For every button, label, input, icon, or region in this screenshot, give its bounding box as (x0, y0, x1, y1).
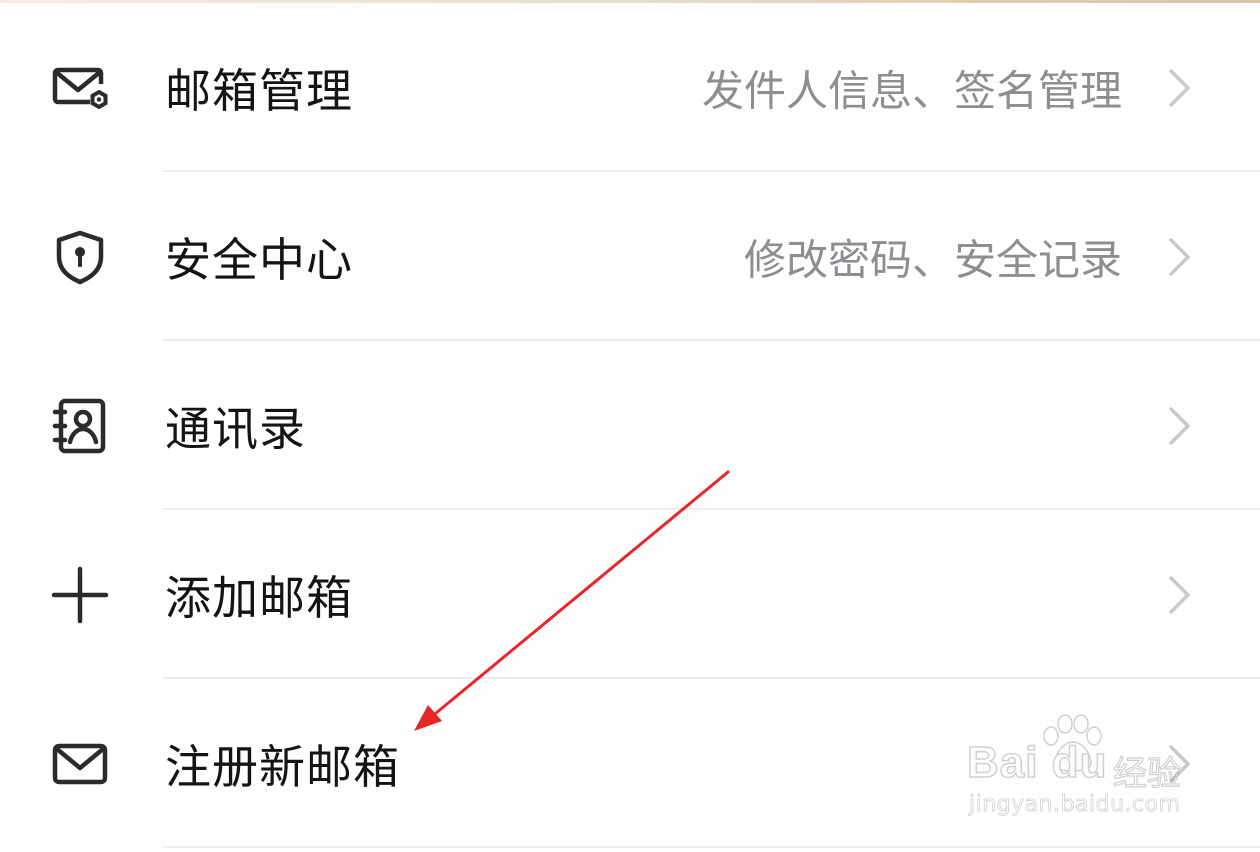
contacts-row[interactable]: 通讯录 (0, 341, 1260, 510)
watermark-brand: Bai du (966, 737, 1108, 788)
shield-lock-icon (50, 227, 110, 287)
chevron-right-icon (1164, 404, 1194, 448)
chevron-right-icon (1164, 66, 1194, 110)
security-center-label: 安全中心 (165, 232, 353, 287)
add-mailbox-label: 添加邮箱 (165, 570, 353, 625)
baidu-jingyan-watermark: Bai du 经验 jingyan.baidu.com (965, 714, 1205, 830)
mailbox-management-label: 邮箱管理 (165, 63, 353, 118)
mailbox-management-row[interactable]: 邮箱管理 发件人信息、签名管理 (0, 3, 1260, 172)
contacts-book-icon (50, 396, 110, 456)
add-mailbox-row[interactable]: 添加邮箱 (0, 510, 1260, 679)
security-center-row[interactable]: 安全中心 修改密码、安全记录 (0, 172, 1260, 341)
mail-icon (50, 734, 110, 794)
watermark-brand-cn: 经验 (1112, 753, 1181, 794)
contacts-label: 通讯录 (165, 401, 306, 456)
plus-icon (50, 565, 110, 625)
mail-settings-icon (50, 58, 110, 118)
row-divider (163, 846, 1260, 848)
chevron-right-icon (1164, 235, 1194, 279)
watermark-url: jingyan.baidu.com (969, 792, 1181, 818)
security-center-detail: 修改密码、安全记录 (743, 235, 1122, 284)
chevron-right-icon (1164, 573, 1194, 617)
register-mailbox-label: 注册新邮箱 (165, 739, 400, 794)
mailbox-management-detail: 发件人信息、签名管理 (701, 66, 1122, 115)
